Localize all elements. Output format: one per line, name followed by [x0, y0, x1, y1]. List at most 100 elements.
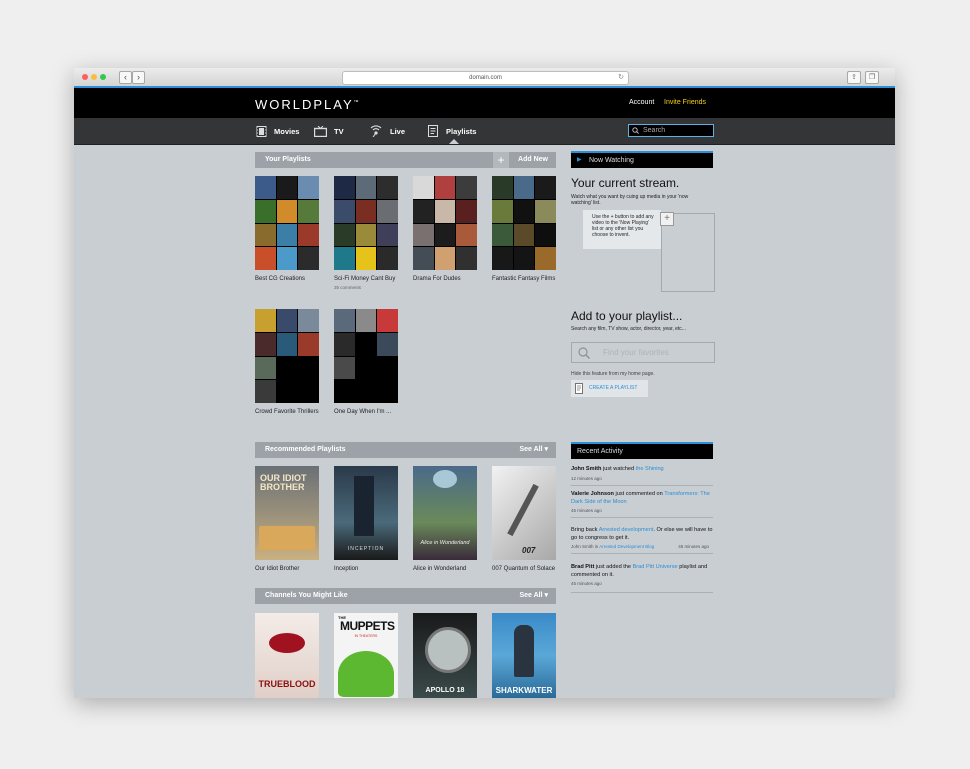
poster-mosaic	[255, 176, 319, 270]
playlist-title[interactable]: One Day When I'm ...	[334, 409, 391, 415]
activity-text: just watched	[601, 466, 636, 472]
playlist-title[interactable]: 007 Quantum of Solace	[492, 566, 555, 572]
activity-text: just commented on	[613, 491, 665, 497]
poster-title-text: 007	[522, 546, 536, 555]
find-favorites-input[interactable]: Find your favorites	[571, 342, 715, 363]
poster-mosaic	[255, 309, 319, 403]
poster-title-text: TRUEBLOOD	[258, 679, 316, 689]
browser-toolbar: ‹ › domain.com ↻ ⇪ ❐	[74, 68, 895, 87]
poster-mosaic	[334, 176, 398, 270]
nav-movies-label: Movies	[274, 126, 300, 136]
activity-link[interactable]: Arrested development	[599, 527, 654, 533]
share-icon: ⇪	[851, 74, 857, 81]
invite-friends-link[interactable]: Invite Friends	[664, 99, 706, 106]
nav-live[interactable]: Live	[369, 118, 405, 144]
playlist-title[interactable]: Crowd Favorite Thrillers	[255, 409, 319, 415]
poster-art	[259, 526, 315, 550]
poster-title-text: Alice in Wonderland	[420, 540, 470, 546]
activity-link[interactable]: the Shining	[636, 466, 664, 472]
nav-tv-label: TV	[334, 126, 344, 136]
logo-trademark: ™	[353, 99, 359, 106]
current-stream-heading: Your current stream.	[571, 176, 680, 190]
playlist-tile-best-cg[interactable]	[255, 176, 319, 270]
nav-tv[interactable]: TV	[314, 118, 344, 144]
url-text: domain.com	[469, 75, 502, 81]
poster-mosaic	[334, 309, 398, 403]
activity-item: Valerie Johnson just commented on Transf…	[571, 491, 713, 518]
browser-window: ‹ › domain.com ↻ ⇪ ❐ WORLDPLAY™ Account …	[74, 68, 895, 698]
add-to-now-watching-button[interactable]: +	[660, 212, 674, 226]
channel-trueblood[interactable]: TRUEBLOOD	[255, 613, 319, 698]
playlist-icon	[428, 125, 438, 137]
playlist-tile-fantasy[interactable]	[492, 176, 556, 270]
poster-alice-in-wonderland[interactable]: Alice in Wonderland	[413, 466, 477, 560]
poster-quantum-of-solace[interactable]: 007	[492, 466, 556, 560]
add-playlist-plus-button[interactable]: +	[493, 152, 509, 168]
create-playlist-label: CREATE A PLAYLIST	[589, 385, 638, 391]
activity-time: 45 minutes ago	[678, 544, 709, 549]
hide-feature-link[interactable]: Hide this feature from my home page.	[571, 371, 655, 377]
channels-see-all-button[interactable]: See All ▾	[519, 588, 548, 604]
playlist-title[interactable]: Sci-Fi Money Cant Buy	[334, 276, 395, 282]
activity-meta-user[interactable]: John Smith	[571, 544, 594, 549]
broadcast-icon	[370, 125, 382, 137]
nav-movies[interactable]: Movies	[256, 118, 299, 144]
zoom-window-button[interactable]	[100, 74, 106, 80]
see-all-label: See All	[519, 592, 543, 599]
activity-meta-link[interactable]: Arrested Development Blog	[599, 544, 654, 549]
your-playlists-header: Your Playlists + Add New	[255, 152, 556, 168]
plus-icon: +	[664, 213, 670, 224]
activity-time: 45 minutes ago	[571, 581, 602, 586]
recommended-see-all-button[interactable]: See All ▾	[519, 442, 548, 458]
channel-sharkwater[interactable]: SHARKWATER	[492, 613, 556, 698]
account-link[interactable]: Account	[629, 99, 654, 106]
reload-icon[interactable]: ↻	[618, 72, 624, 84]
playlist-tile-thrillers[interactable]	[255, 309, 319, 403]
poster-art	[338, 651, 394, 697]
activity-user[interactable]: John Smith	[571, 466, 601, 472]
playlist-title[interactable]: Inception	[334, 566, 358, 572]
search-input[interactable]: Search	[628, 124, 714, 137]
playlist-title[interactable]: Fantastic Fantasy Films	[492, 276, 555, 282]
chevron-down-icon: ▾	[544, 446, 548, 453]
film-icon	[256, 125, 267, 137]
poster-title-text: OUR IDIOT BROTHER	[260, 473, 307, 492]
channel-apollo-18[interactable]: APOLLO 18	[413, 613, 477, 698]
playlist-tile-one-day[interactable]	[334, 309, 398, 403]
back-button[interactable]: ‹	[119, 71, 132, 84]
minimize-window-button[interactable]	[91, 74, 97, 80]
channels-header: Channels You Might Like See All ▾	[255, 588, 556, 604]
poster-inception[interactable]: INCEPTION	[334, 466, 398, 560]
main-nav: Movies TV Live Playlists Search	[74, 118, 895, 145]
active-nav-indicator	[449, 139, 459, 144]
add-new-button[interactable]: Add New	[518, 152, 548, 168]
plus-icon: +	[497, 153, 505, 167]
tabs-button[interactable]: ❐	[865, 71, 879, 84]
activity-text: Bring back	[571, 527, 599, 533]
play-icon: ▶	[577, 157, 582, 163]
create-playlist-button[interactable]: CREATE A PLAYLIST	[571, 380, 648, 397]
address-bar[interactable]: domain.com ↻	[342, 71, 629, 85]
playlist-title[interactable]: Alice in Wonderland	[413, 566, 466, 572]
poster-our-idiot-brother[interactable]: OUR IDIOT BROTHER	[255, 466, 319, 560]
worldplay-logo[interactable]: WORLDPLAY™	[255, 97, 359, 112]
playlist-title[interactable]: Drama For Dudes	[413, 276, 461, 282]
playlist-tile-drama[interactable]	[413, 176, 477, 270]
find-favorites-placeholder: Find your favorites	[603, 348, 669, 357]
share-button[interactable]: ⇪	[847, 71, 861, 84]
add-playlist-heading: Add to your playlist...	[571, 309, 683, 323]
activity-link[interactable]: Brad Pitt Universe	[633, 564, 678, 570]
activity-user[interactable]: Valerie Johnson	[571, 491, 614, 497]
search-placeholder: Search	[643, 127, 666, 134]
activity-user[interactable]: Brad Pitt	[571, 564, 594, 570]
forward-button[interactable]: ›	[132, 71, 145, 84]
close-window-button[interactable]	[82, 74, 88, 80]
channel-muppets[interactable]: THE MUPPETS IN THEATERS	[334, 613, 398, 698]
poster-art	[354, 476, 374, 536]
poster-title-text: MUPPETS	[340, 619, 395, 633]
playlist-title[interactable]: Our Idiot Brother	[255, 566, 299, 572]
playlist-title[interactable]: Best CG Creations	[255, 276, 305, 282]
poster-mosaic	[413, 176, 477, 270]
recommended-header: Recommended Playlists See All ▾	[255, 442, 556, 458]
playlist-tile-sci-fi[interactable]	[334, 176, 398, 270]
